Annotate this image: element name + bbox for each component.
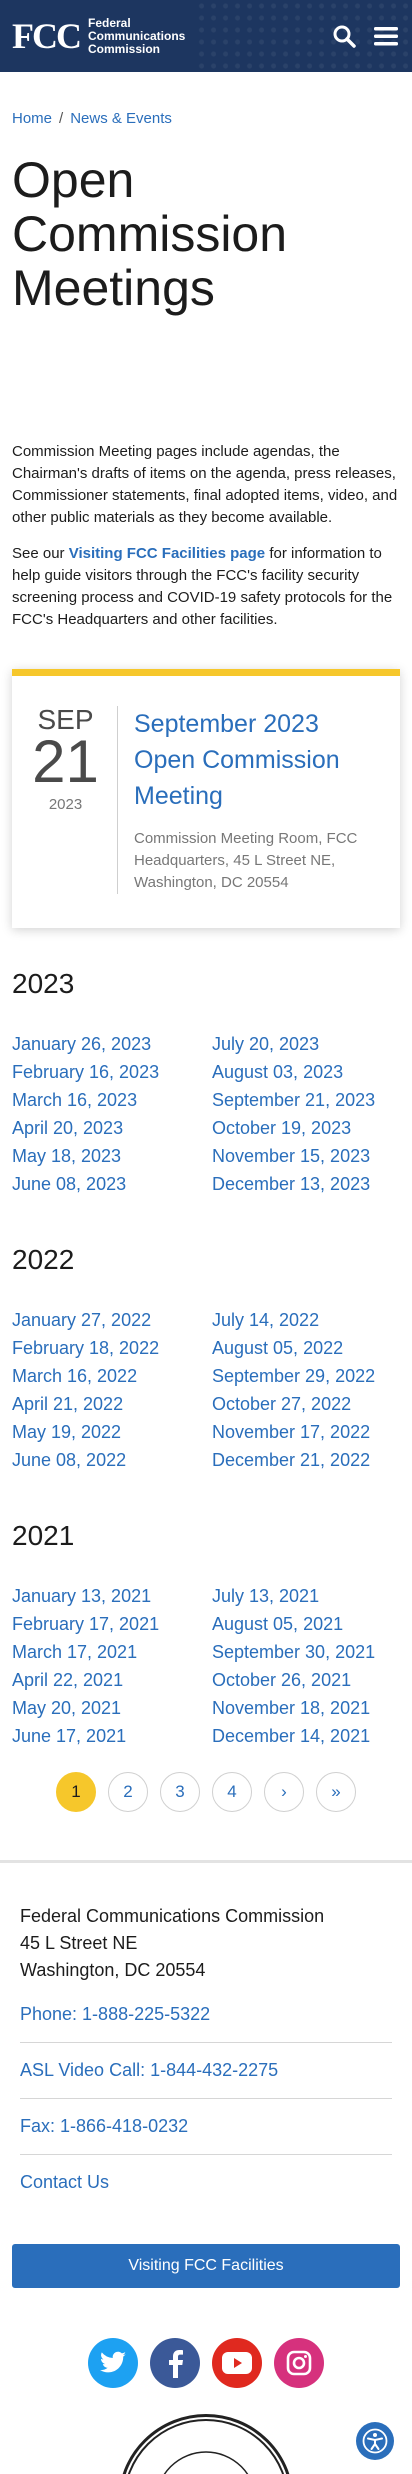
header-actions xyxy=(330,22,400,50)
meeting-link[interactable]: January 27, 2022 xyxy=(12,1306,212,1334)
meeting-link[interactable]: March 17, 2021 xyxy=(12,1638,212,1666)
meeting-link[interactable]: July 20, 2023 xyxy=(212,1030,400,1058)
meeting-link[interactable]: June 08, 2023 xyxy=(12,1170,212,1198)
meeting-link[interactable]: June 17, 2021 xyxy=(12,1722,212,1750)
meeting-link[interactable]: July 14, 2022 xyxy=(212,1306,400,1334)
meeting-link[interactable]: May 20, 2021 xyxy=(12,1694,212,1722)
fcc-logo-mark: FCC xyxy=(12,16,82,56)
meeting-link[interactable]: September 30, 2021 xyxy=(212,1638,400,1666)
accessibility-icon[interactable] xyxy=(356,2422,394,2460)
site-footer: Federal Communications Commission 45 L S… xyxy=(0,1903,412,2210)
social-links xyxy=(0,2338,412,2388)
meeting-link[interactable]: February 16, 2023 xyxy=(12,1058,212,1086)
brand-line-2: Communications xyxy=(88,28,186,43)
fcc-seal xyxy=(118,2414,294,2474)
footer-address: Federal Communications Commission 45 L S… xyxy=(20,1903,392,1984)
event-details: September 2023 Open Commission Meeting C… xyxy=(118,706,384,894)
footer-org-name: Federal Communications Commission xyxy=(20,1906,325,1926)
instagram-icon[interactable] xyxy=(274,2338,324,2388)
footer-street: 45 L Street NE xyxy=(20,1933,138,1953)
year-section-2021: 2021 January 13, 2021 July 13, 2021 Febr… xyxy=(0,1520,412,1750)
intro-paragraph: Commission Meeting pages include agendas… xyxy=(12,443,398,526)
visiting-fcc-facilities-button[interactable]: Visiting FCC Facilities xyxy=(12,2244,400,2288)
fax-link[interactable]: Fax: 1-866-418-0232 xyxy=(20,2098,392,2154)
footer-divider xyxy=(0,1860,412,1863)
search-icon[interactable] xyxy=(330,22,358,50)
meeting-link[interactable]: October 19, 2023 xyxy=(212,1114,400,1142)
event-location: Commission Meeting Room, FCC Headquarter… xyxy=(134,830,358,891)
meeting-link[interactable]: July 13, 2021 xyxy=(212,1582,400,1610)
meeting-link[interactable]: April 22, 2021 xyxy=(12,1666,212,1694)
event-title-link[interactable]: September 2023 Open Commission Meeting xyxy=(134,710,340,810)
fcc-logo-link[interactable]: FCC Federal Communications Commission xyxy=(12,15,186,56)
meeting-list: January 26, 2023 July 20, 2023 February … xyxy=(12,1030,400,1198)
facebook-icon[interactable] xyxy=(150,2338,200,2388)
meeting-link[interactable]: September 29, 2022 xyxy=(212,1362,400,1390)
breadcrumb-separator: / xyxy=(59,110,64,127)
meeting-link[interactable]: January 13, 2021 xyxy=(12,1582,212,1610)
meeting-link[interactable]: February 18, 2022 xyxy=(12,1334,212,1362)
page-4-button[interactable]: 4 xyxy=(212,1772,252,1812)
breadcrumb-news-events[interactable]: News & Events xyxy=(70,110,172,127)
meeting-link[interactable]: August 05, 2021 xyxy=(212,1610,400,1638)
menu-icon[interactable] xyxy=(372,22,400,50)
meeting-link[interactable]: November 18, 2021 xyxy=(212,1694,400,1722)
page-2-button[interactable]: 2 xyxy=(108,1772,148,1812)
meeting-link[interactable]: October 27, 2022 xyxy=(212,1390,400,1418)
breadcrumb-home[interactable]: Home xyxy=(12,110,52,127)
meeting-link[interactable]: August 03, 2023 xyxy=(212,1058,400,1086)
site-header: FCC Federal Communications Commission xyxy=(0,0,412,72)
brand-line-3: Commission xyxy=(88,41,161,56)
event-year: 2023 xyxy=(48,796,83,813)
event-day: 21 xyxy=(32,728,99,795)
meeting-link[interactable]: April 20, 2023 xyxy=(12,1114,212,1142)
meeting-link[interactable]: November 17, 2022 xyxy=(212,1418,400,1446)
meeting-link[interactable]: October 26, 2021 xyxy=(212,1666,400,1694)
meeting-link[interactable]: March 16, 2022 xyxy=(12,1362,212,1390)
breadcrumb: Home / News & Events xyxy=(0,110,412,127)
meeting-link[interactable]: March 16, 2023 xyxy=(12,1086,212,1114)
asl-video-call-link[interactable]: ASL Video Call: 1-844-432-2275 xyxy=(20,2042,392,2098)
intro-visiting-paragraph: See our Visiting FCC Facilities page for… xyxy=(12,543,400,631)
brand-line-1: Federal xyxy=(88,15,131,30)
meeting-link[interactable]: November 15, 2023 xyxy=(212,1142,400,1170)
footer-contact-list: Phone: 1-888-225-5322 ASL Video Call: 1-… xyxy=(20,2004,392,2210)
meeting-list: January 27, 2022 July 14, 2022 February … xyxy=(12,1306,400,1474)
meeting-list: January 13, 2021 July 13, 2021 February … xyxy=(12,1582,400,1750)
meeting-link[interactable]: September 21, 2023 xyxy=(212,1086,400,1114)
brand-name: Federal Communications Commission xyxy=(88,15,186,56)
meeting-link[interactable]: August 05, 2022 xyxy=(212,1334,400,1362)
year-section-2022: 2022 January 27, 2022 July 14, 2022 Febr… xyxy=(0,1244,412,1474)
pagination: 1 2 3 4 › » xyxy=(0,1772,412,1812)
event-date: SEP 21 2023 xyxy=(24,706,118,894)
intro: Commission Meeting pages include agendas… xyxy=(0,441,412,631)
meeting-link[interactable]: April 21, 2022 xyxy=(12,1390,212,1418)
intro-text-before: See our xyxy=(12,545,69,562)
youtube-icon[interactable] xyxy=(212,2338,262,2388)
meeting-link[interactable]: December 13, 2023 xyxy=(212,1170,400,1198)
phone-link[interactable]: Phone: 1-888-225-5322 xyxy=(20,2004,392,2042)
visiting-facilities-link[interactable]: Visiting FCC Facilities page xyxy=(69,545,265,562)
meeting-link[interactable]: January 26, 2023 xyxy=(12,1030,212,1058)
meeting-link[interactable]: May 19, 2022 xyxy=(12,1418,212,1446)
meeting-link[interactable]: May 18, 2023 xyxy=(12,1142,212,1170)
meeting-link[interactable]: December 14, 2021 xyxy=(212,1722,400,1750)
meeting-link[interactable]: December 21, 2022 xyxy=(212,1446,400,1474)
page-1-button[interactable]: 1 xyxy=(56,1772,96,1812)
twitter-icon[interactable] xyxy=(88,2338,138,2388)
featured-meeting-card[interactable]: SEP 21 2023 September 2023 Open Commissi… xyxy=(12,669,400,928)
year-section-2023: 2023 January 26, 2023 July 20, 2023 Febr… xyxy=(0,968,412,1198)
contact-us-link[interactable]: Contact Us xyxy=(20,2154,392,2210)
meeting-link[interactable]: June 08, 2022 xyxy=(12,1446,212,1474)
year-heading: 2021 xyxy=(12,1520,75,1551)
footer-city: Washington, DC 20554 xyxy=(20,1960,206,1980)
page-title: Open Commission Meetings xyxy=(12,152,288,316)
seal-lettering xyxy=(121,2417,297,2474)
meeting-link[interactable]: February 17, 2021 xyxy=(12,1610,212,1638)
page-3-button[interactable]: 3 xyxy=(160,1772,200,1812)
next-page-button[interactable]: › xyxy=(264,1772,304,1812)
year-heading: 2023 xyxy=(12,968,75,999)
last-page-button[interactable]: » xyxy=(316,1772,356,1812)
year-heading: 2022 xyxy=(12,1244,75,1275)
